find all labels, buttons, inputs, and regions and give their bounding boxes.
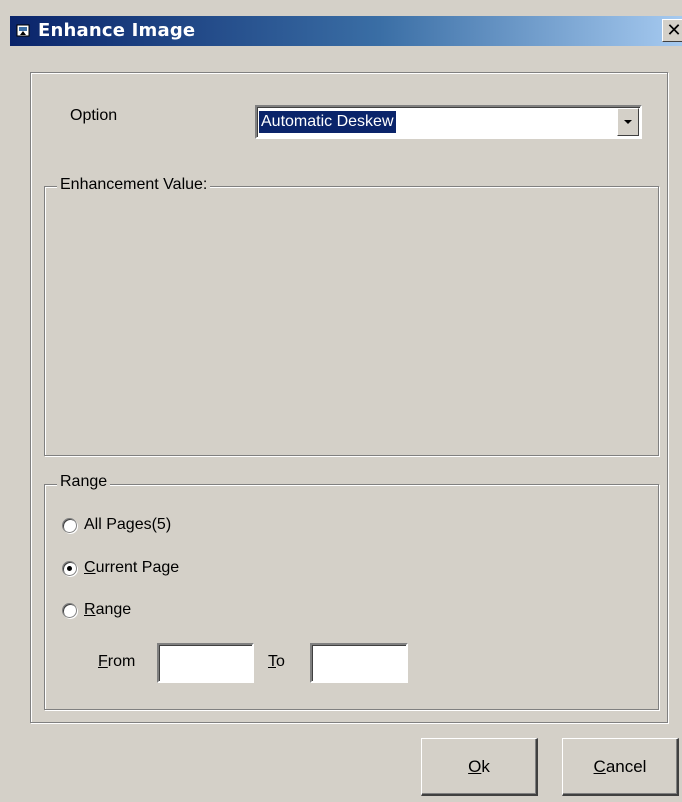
to-field[interactable] [310, 643, 408, 683]
radio-button[interactable] [62, 602, 77, 618]
to-label: To [268, 653, 285, 670]
current-page-label: Current Page [84, 559, 180, 576]
radio-button-checked[interactable] [62, 560, 77, 576]
cancel-button[interactable]: Cancel [562, 738, 679, 796]
range-label: Range [84, 601, 132, 618]
image-icon [16, 24, 30, 37]
from-label: From [98, 653, 136, 670]
range-radio[interactable]: Range [62, 601, 131, 619]
close-icon: ✕ [666, 20, 682, 40]
chevron-down-icon [624, 120, 632, 124]
from-field[interactable] [157, 643, 254, 683]
range-title: Range [57, 473, 111, 491]
enhancement-value-group [44, 186, 659, 456]
option-dropdown[interactable]: Automatic Deskew [255, 105, 642, 139]
ok-button[interactable]: Ok [421, 738, 538, 796]
enhance-image-dialog: Enhance Image ✕ Option Automatic Deskew … [0, 0, 682, 802]
title-bar[interactable]: Enhance Image ✕ [10, 16, 682, 46]
window-title: Enhance Image [38, 20, 196, 41]
dropdown-arrow-button[interactable] [617, 108, 639, 136]
all-pages-radio[interactable]: All Pages(5) [62, 516, 171, 534]
radio-button[interactable] [62, 517, 77, 533]
current-page-radio[interactable]: Current Page [62, 559, 179, 577]
enhancement-value-title: Enhancement Value: [57, 176, 211, 194]
close-button[interactable]: ✕ [662, 19, 682, 42]
all-pages-label: All Pages(5) [84, 516, 172, 533]
option-label: Option [70, 107, 118, 124]
option-selected-value: Automatic Deskew [259, 111, 396, 133]
